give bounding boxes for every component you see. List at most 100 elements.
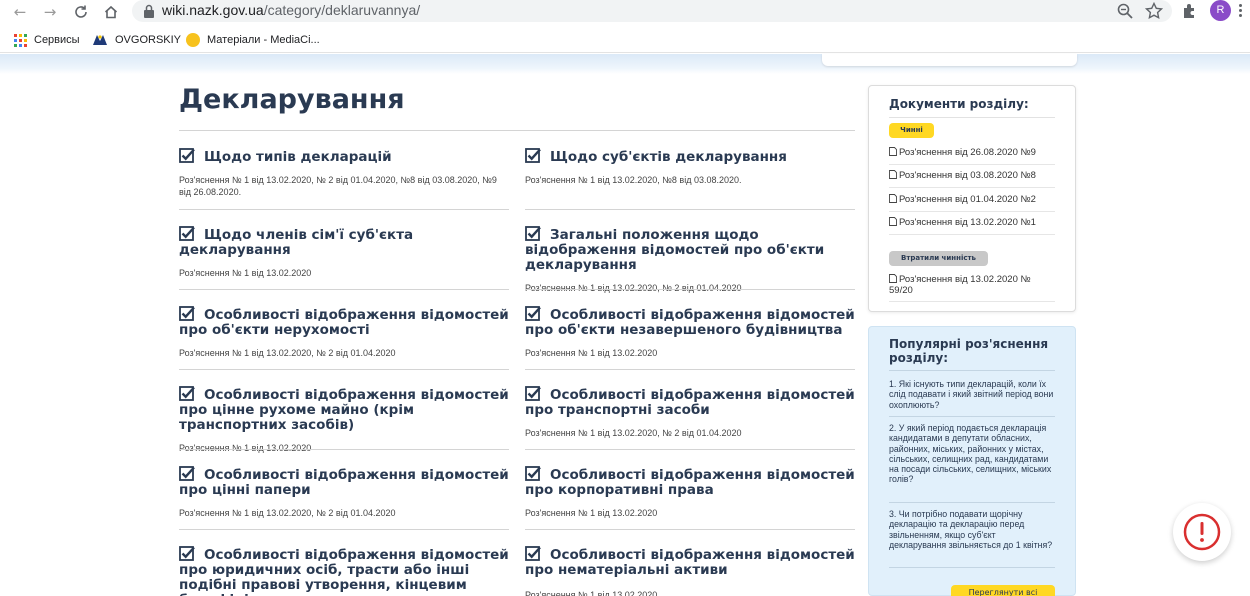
topic-explanations: Роз'яснення № 1 від 13.02.2020 [525, 590, 658, 596]
expired-badge: Втратили чинність [889, 251, 988, 266]
topic-explanations: Роз'яснення № 1 від 13.02.2020 [179, 268, 312, 278]
doc-divider [889, 164, 1055, 165]
checkbox-checked-icon [179, 546, 195, 561]
exclamation-circle-icon [1183, 513, 1221, 551]
file-icon [889, 217, 897, 226]
bookmark-star-icon[interactable] [1144, 1, 1164, 21]
topic-item[interactable]: Особливості відображення відомостей про … [179, 305, 509, 359]
doc-link[interactable]: Роз'яснення від 26.08.2020 №9 [889, 147, 1055, 158]
topic-item[interactable]: Особливості відображення відомостей про … [179, 465, 509, 519]
doc-link[interactable]: Роз'яснення від 03.08.2020 №8 [889, 170, 1055, 181]
browser-menu-icon[interactable] [1237, 3, 1243, 19]
bookmark-materials[interactable]: Матеріали - MediaCi... [186, 31, 320, 49]
topic-explanations: Роз'яснення № 1 від 13.02.2020, № 2 від … [179, 175, 497, 197]
bookmark-label: Сервисы [34, 34, 80, 46]
topic-title-text: Особливості відображення відомостей про … [525, 387, 855, 418]
row-divider [179, 449, 509, 450]
topic-title-link[interactable]: Особливості відображення відомостей про … [179, 385, 509, 433]
reload-icon[interactable] [71, 2, 91, 22]
topic-title-text: Особливості відображення відомостей про … [525, 547, 855, 578]
topic-item[interactable]: Щодо суб'єктів декларування Роз'яснення №… [525, 147, 855, 186]
file-icon [889, 194, 897, 203]
topic-title-text: Загальні положення щодо відображення від… [525, 227, 825, 273]
topic-title-text: Особливості відображення відомостей про … [525, 467, 855, 498]
topic-title-text: Щодо суб'єктів декларування [550, 149, 787, 165]
row-divider [525, 369, 855, 370]
doc-link-label: Роз'яснення від 13.02.2020 №1 [899, 217, 1036, 228]
extensions-puzzle-icon[interactable] [1180, 1, 1200, 21]
topic-explanations: Роз'яснення № 1 від 13.02.2020, №8 від 0… [525, 175, 742, 185]
topic-item[interactable]: Щодо членів сім'ї суб'єкта декларування Р… [179, 225, 509, 279]
topic-title-link[interactable]: Щодо типів декларацій [179, 147, 509, 165]
checkbox-checked-icon [179, 306, 195, 321]
row-divider [179, 209, 509, 210]
checkbox-checked-icon [525, 466, 541, 481]
popular-item[interactable]: 3. Чи потрібно подавати щорічну декларац… [889, 509, 1055, 550]
popular-item[interactable]: 1. Які існують типи декларацій, коли їх … [889, 379, 1055, 410]
topic-item[interactable]: Загальні положення щодо відображення від… [525, 225, 855, 294]
topic-item[interactable]: Особливості відображення відомостей про … [179, 545, 509, 596]
url-domain: wiki.nazk.gov.ua [162, 2, 264, 18]
doc-link[interactable]: Роз'яснення від 13.02.2020 № 59/20 [889, 274, 1055, 296]
topic-title-link[interactable]: Загальні положення щодо відображення від… [525, 225, 855, 273]
checkbox-checked-icon [179, 226, 195, 241]
doc-link-label: Роз'яснення від 01.04.2020 №2 [899, 194, 1036, 205]
file-icon [889, 274, 897, 283]
popular-title: Популярні роз'яснення розділу: [889, 337, 1049, 365]
header-card [822, 54, 1077, 66]
bookmark-ovgorskiy[interactable]: OVGORSKIY [92, 31, 181, 49]
topic-title-link[interactable]: Особливості відображення відомостей про … [525, 305, 855, 338]
row-divider [179, 369, 509, 370]
topic-title-link[interactable]: Особливості відображення відомостей про … [179, 305, 509, 338]
checkbox-checked-icon [179, 148, 195, 163]
doc-link-label: Роз'яснення від 03.08.2020 №8 [899, 170, 1036, 181]
bookmark-label: Матеріали - MediaCi... [207, 34, 320, 46]
address-bar[interactable]: wiki.nazk.gov.ua/category/deklaruvannya/ [132, 0, 1172, 22]
checkbox-checked-icon [179, 466, 195, 481]
popular-item[interactable]: 2. У який період подається декларація ка… [889, 423, 1055, 485]
home-icon[interactable] [101, 2, 121, 22]
topic-title-text: Особливості відображення відомостей про … [179, 307, 509, 338]
topic-explanations: Роз'яснення № 1 від 13.02.2020, № 2 від … [179, 348, 396, 358]
feedback-alert-button[interactable] [1173, 503, 1231, 561]
active-badge: Чинні [889, 123, 934, 138]
topic-title-link[interactable]: Особливості відображення відомостей про … [525, 465, 855, 498]
topic-title-text: Особливості відображення відомостей про … [179, 387, 509, 433]
topic-explanations: Роз'яснення № 1 від 13.02.2020 [525, 348, 658, 358]
documents-divider [889, 117, 1055, 118]
yellow-circle-icon [186, 33, 200, 47]
doc-link[interactable]: Роз'яснення від 01.04.2020 №2 [889, 194, 1055, 205]
topic-item[interactable]: Особливості відображення відомостей про … [525, 385, 855, 439]
topic-item[interactable]: Особливості відображення відомостей про … [525, 545, 855, 596]
topic-title-link[interactable]: Особливості відображення відомостей про … [179, 545, 509, 596]
bookmark-services[interactable]: Сервисы [14, 31, 80, 49]
topic-item[interactable]: Щодо типів декларацій Роз'яснення № 1 від… [179, 147, 509, 198]
topic-item[interactable]: Особливості відображення відомостей про … [525, 465, 855, 519]
topic-title-text: Щодо членів сім'ї суб'єкта декларування [179, 227, 414, 258]
topic-title-link[interactable]: Особливості відображення відомостей про … [525, 545, 855, 578]
file-icon [889, 170, 897, 179]
row-divider [525, 209, 855, 210]
topic-item[interactable]: Особливості відображення відомостей про … [179, 385, 509, 454]
zoom-icon[interactable] [1115, 1, 1135, 21]
topic-title-link[interactable]: Особливості відображення відомостей про … [525, 385, 855, 418]
doc-divider [889, 301, 1055, 302]
forward-arrow-icon[interactable]: → [40, 2, 60, 22]
topic-explanations: Роз'яснення № 1 від 13.02.2020 [525, 508, 658, 518]
doc-divider [889, 187, 1055, 188]
profile-avatar[interactable]: R [1210, 0, 1231, 21]
topic-title-link[interactable]: Щодо суб'єктів декларування [525, 147, 855, 165]
topic-title-link[interactable]: Особливості відображення відомостей про … [179, 465, 509, 498]
checkbox-checked-icon [179, 386, 195, 401]
section-documents-panel: Документи розділу: Чинні Роз'яснення від… [868, 85, 1076, 312]
topic-title-link[interactable]: Щодо членів сім'ї суб'єкта декларування [179, 225, 509, 258]
back-arrow-icon[interactable]: ← [10, 2, 30, 22]
checkbox-checked-icon [525, 306, 541, 321]
doc-link[interactable]: Роз'яснення від 13.02.2020 №1 [889, 217, 1055, 228]
browser-toolbar: ← → wiki.nazk.gov.ua/category/deklaruvan… [0, 0, 1250, 24]
apps-grid-icon [14, 33, 27, 47]
popular-explanations-panel: Популярні роз'яснення розділу: 1. Які іс… [868, 326, 1076, 596]
view-all-button[interactable]: Переглянути всі [951, 585, 1055, 596]
topic-item[interactable]: Особливості відображення відомостей про … [525, 305, 855, 359]
checkbox-checked-icon [525, 148, 541, 163]
